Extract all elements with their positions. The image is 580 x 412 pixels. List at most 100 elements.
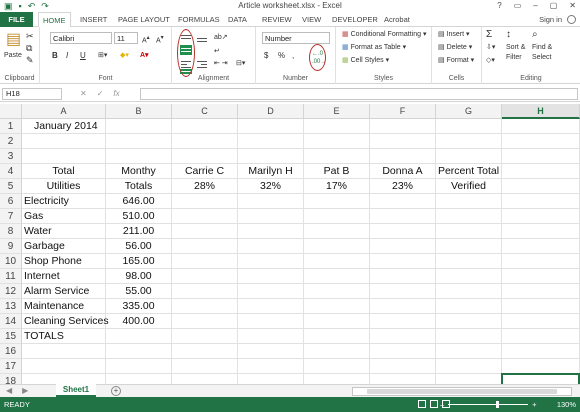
format-painter-icon[interactable]: ✎ — [26, 55, 34, 65]
cell-a18[interactable] — [22, 374, 106, 384]
cell-a9[interactable]: Garbage — [22, 239, 106, 254]
column-header-d[interactable]: D — [238, 104, 304, 119]
cell-b17[interactable] — [106, 359, 172, 374]
close-button[interactable]: ✕ — [569, 0, 576, 12]
cell-f11[interactable] — [370, 269, 436, 284]
sort-filter-label-2[interactable]: Filter — [506, 53, 522, 63]
cell-c1[interactable] — [172, 119, 238, 134]
row-header-3[interactable]: 3 — [0, 149, 22, 164]
cell-c2[interactable] — [172, 134, 238, 149]
cell-e5[interactable]: 17% — [304, 179, 370, 194]
cell-d7[interactable] — [238, 209, 304, 224]
cell-a7[interactable]: Gas — [22, 209, 106, 224]
cell-g2[interactable] — [436, 134, 502, 149]
cell-d11[interactable] — [238, 269, 304, 284]
cell-e16[interactable] — [304, 344, 370, 359]
row-header-10[interactable]: 10 — [0, 254, 22, 269]
cell-d1[interactable] — [238, 119, 304, 134]
orientation-icon[interactable]: ab↗ — [214, 33, 228, 43]
cell-b1[interactable] — [106, 119, 172, 134]
cell-f13[interactable] — [370, 299, 436, 314]
cell-a13[interactable]: Maintenance — [22, 299, 106, 314]
cell-g17[interactable] — [436, 359, 502, 374]
cell-d12[interactable] — [238, 284, 304, 299]
cell-e12[interactable] — [304, 284, 370, 299]
cell-g4[interactable]: Percent Total — [436, 164, 502, 179]
cell-d6[interactable] — [238, 194, 304, 209]
italic-button[interactable]: I — [66, 51, 68, 61]
cell-c18[interactable] — [172, 374, 238, 384]
cell-e15[interactable] — [304, 329, 370, 344]
cell-h16[interactable] — [502, 344, 580, 359]
align-right-icon[interactable] — [196, 59, 208, 69]
cell-c5[interactable]: 28% — [172, 179, 238, 194]
cell-f18[interactable] — [370, 374, 436, 384]
find-select-label[interactable]: Find & — [532, 43, 552, 53]
account-icon[interactable] — [567, 15, 576, 24]
cell-c7[interactable] — [172, 209, 238, 224]
cell-c15[interactable] — [172, 329, 238, 344]
number-format-select[interactable]: Number — [262, 32, 330, 44]
row-header-4[interactable]: 4 — [0, 164, 22, 179]
cell-a5[interactable]: Utilities — [22, 179, 106, 194]
cell-a15[interactable]: TOTALS — [22, 329, 106, 344]
fill-color-icon[interactable]: ◆▾ — [120, 51, 129, 61]
select-all-corner[interactable] — [0, 104, 22, 119]
row-header-2[interactable]: 2 — [0, 134, 22, 149]
cell-a12[interactable]: Alarm Service — [22, 284, 106, 299]
cell-e3[interactable] — [304, 149, 370, 164]
font-size-select[interactable]: 11 — [114, 32, 138, 44]
cell-d5[interactable]: 32% — [238, 179, 304, 194]
next-sheet-icon[interactable]: ▶ — [22, 385, 28, 397]
cell-a4[interactable]: Total — [22, 164, 106, 179]
cell-f4[interactable]: Donna A — [370, 164, 436, 179]
row-header-18[interactable]: 18 — [0, 374, 22, 384]
page-layout-view-icon[interactable] — [430, 400, 438, 408]
sort-filter-icon[interactable]: ↕ — [506, 30, 511, 40]
column-header-c[interactable]: C — [172, 104, 238, 119]
cell-f6[interactable] — [370, 194, 436, 209]
cell-f7[interactable] — [370, 209, 436, 224]
format-cells-button[interactable]: ▤ Format ▾ — [438, 56, 474, 66]
zoom-out-icon[interactable]: – — [440, 397, 444, 412]
row-header-7[interactable]: 7 — [0, 209, 22, 224]
cell-a8[interactable]: Water — [22, 224, 106, 239]
cell-g8[interactable] — [436, 224, 502, 239]
row-header-13[interactable]: 13 — [0, 299, 22, 314]
row-header-6[interactable]: 6 — [0, 194, 22, 209]
row-header-8[interactable]: 8 — [0, 224, 22, 239]
cell-f10[interactable] — [370, 254, 436, 269]
cell-f14[interactable] — [370, 314, 436, 329]
percent-button[interactable]: % — [278, 51, 285, 61]
cell-h5[interactable] — [502, 179, 580, 194]
prev-sheet-icon[interactable]: ◀ — [6, 385, 12, 397]
tab-insert[interactable]: INSERT — [80, 12, 107, 27]
maximize-button[interactable]: ▢ — [550, 0, 558, 12]
cell-c10[interactable] — [172, 254, 238, 269]
zoom-slider[interactable] — [448, 401, 529, 408]
cell-f2[interactable] — [370, 134, 436, 149]
column-header-a[interactable]: A — [22, 104, 106, 119]
borders-icon[interactable]: ⊞▾ — [98, 51, 107, 61]
help-button[interactable]: ? — [497, 0, 501, 12]
cell-c17[interactable] — [172, 359, 238, 374]
column-header-e[interactable]: E — [304, 104, 370, 119]
comma-button[interactable]: , — [292, 51, 294, 61]
row-header-17[interactable]: 17 — [0, 359, 22, 374]
bottom-align-icon[interactable] — [196, 33, 208, 43]
cell-a3[interactable] — [22, 149, 106, 164]
column-header-g[interactable]: G — [436, 104, 502, 119]
cell-e9[interactable] — [304, 239, 370, 254]
minimize-button[interactable]: – — [533, 0, 537, 12]
zoom-level[interactable]: 130% — [557, 397, 576, 412]
cell-d16[interactable] — [238, 344, 304, 359]
row-header-12[interactable]: 12 — [0, 284, 22, 299]
row-header-14[interactable]: 14 — [0, 314, 22, 329]
cell-h2[interactable] — [502, 134, 580, 149]
scroll-thumb[interactable] — [367, 389, 557, 394]
cell-b5[interactable]: Totals — [106, 179, 172, 194]
cell-b18[interactable] — [106, 374, 172, 384]
cell-h6[interactable] — [502, 194, 580, 209]
normal-view-icon[interactable] — [418, 400, 426, 408]
cell-e10[interactable] — [304, 254, 370, 269]
